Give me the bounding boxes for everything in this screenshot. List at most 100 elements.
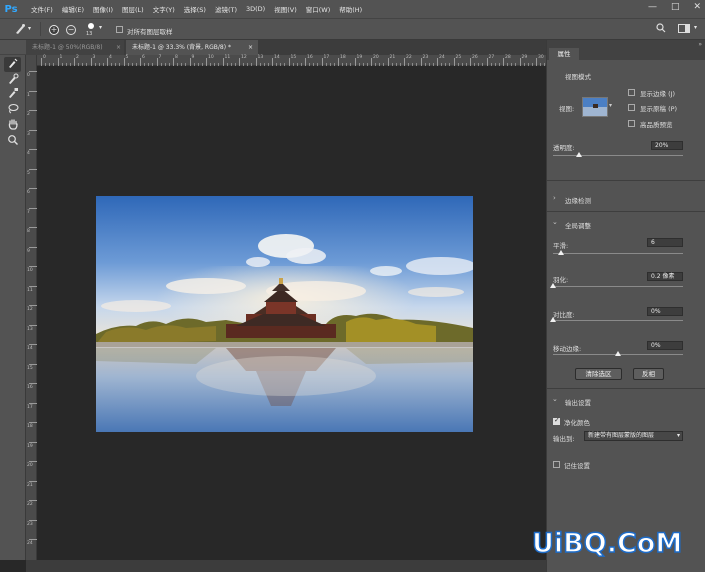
tab-properties[interactable]: 属性 [549, 48, 579, 60]
view-mode-dropdown-icon[interactable]: ▾ [609, 102, 612, 109]
ruler-number: 21 [27, 482, 33, 488]
erase-refinements-tool-icon[interactable] [4, 87, 21, 102]
contrast-slider-thumb[interactable] [550, 317, 556, 322]
ruler-number: 10 [208, 55, 214, 60]
sample-all-layers-checkbox[interactable] [116, 26, 123, 33]
workspace-switcher-icon[interactable] [678, 24, 690, 36]
ruler-number: 20 [373, 55, 379, 60]
vertical-ruler[interactable]: 0 1 2 3 4 5 6 7 8 9 10 11 12 13 14 15 16 17 18 19 20 21 22 23 24 [26, 55, 37, 560]
ruler-tick [29, 402, 37, 404]
menu-window[interactable]: 窗口(W) [306, 4, 331, 14]
search-icon[interactable] [656, 23, 666, 36]
uibq-watermark: UiBQ.CoM [531, 527, 683, 560]
close-button[interactable]: ✕ [693, 2, 701, 12]
ruler-number: 27 [488, 55, 495, 60]
section-divider [547, 388, 705, 389]
view-mode-thumbnail[interactable] [582, 97, 608, 117]
menu-type[interactable]: 文字(Y) [153, 4, 175, 14]
zoom-tool-icon[interactable] [4, 134, 21, 149]
menu-filter[interactable]: 滤镜(T) [215, 4, 237, 14]
contrast-value-field[interactable]: 0% [647, 307, 683, 316]
ruler-tick [470, 58, 471, 66]
smooth-slider-thumb[interactable] [557, 250, 564, 255]
feather-value-field[interactable]: 0.2 像素 [647, 272, 683, 281]
tab-close-icon[interactable]: × [116, 40, 121, 55]
menu-file[interactable]: 文件(F) [31, 4, 53, 14]
global-refinements-collapse-icon[interactable]: ⌄ [552, 218, 558, 226]
ruler-tick [371, 58, 372, 66]
feather-slider-thumb[interactable] [550, 283, 556, 288]
ruler-tick [239, 58, 240, 66]
menu-3d[interactable]: 3D(D) [246, 5, 265, 13]
refine-radius-tool-icon[interactable] [4, 73, 21, 88]
add-to-selection-button[interactable]: + [49, 25, 59, 35]
lasso-tool-icon[interactable] [4, 103, 21, 118]
shift-edge-slider-thumb[interactable] [615, 351, 621, 356]
ruler-number: 8 [175, 55, 178, 60]
tool-preset-brush-icon[interactable] [14, 23, 26, 38]
ruler-number: 16 [307, 55, 313, 60]
minimize-button[interactable]: — [648, 2, 657, 12]
brush-preview-icon[interactable] [88, 23, 94, 29]
ruler-tick [29, 305, 37, 306]
decontaminate-colors-checkbox[interactable] [553, 416, 560, 425]
ruler-number: 6 [142, 55, 145, 60]
ruler-number: 1 [27, 92, 30, 98]
ruler-number: 16 [27, 385, 33, 390]
menu-help[interactable]: 帮助(H) [339, 4, 362, 14]
edge-detection-title[interactable]: 边缘检测 [565, 195, 591, 205]
invert-button[interactable]: 反相 [633, 368, 664, 380]
hand-tool-icon[interactable] [4, 118, 21, 133]
tab-close-icon[interactable]: × [248, 40, 253, 55]
output-settings-collapse-icon[interactable]: ⌄ [552, 395, 558, 403]
workspace-dropdown-icon[interactable]: ▾ [694, 24, 697, 31]
brush-size-dropdown-icon[interactable]: ▾ [99, 24, 102, 31]
output-settings-title[interactable]: 输出设置 [565, 397, 591, 407]
global-refinements-title[interactable]: 全局调整 [565, 220, 591, 230]
toolbar-grip[interactable] [0, 40, 26, 55]
menu-edit[interactable]: 编辑(E) [62, 4, 84, 14]
ruler-number: 11 [27, 287, 33, 293]
document-tab-active[interactable]: 未标题-1 @ 33.3% (背景, RGB/8) * × [126, 40, 258, 55]
smooth-value-field[interactable]: 6 [647, 238, 683, 247]
opacity-slider-thumb[interactable] [576, 152, 582, 157]
feather-slider-track[interactable] [553, 286, 683, 287]
shift-edge-value-field[interactable]: 0% [647, 341, 683, 350]
ruler-tick [41, 58, 42, 66]
menu-layer[interactable]: 图层(L) [122, 4, 144, 14]
maximize-button[interactable]: □ [671, 2, 680, 12]
collapse-panel-icon[interactable]: » [698, 41, 702, 48]
ruler-number: 13 [257, 55, 264, 60]
ruler-number: 18 [340, 55, 346, 60]
ruler-tick [29, 363, 37, 365]
ruler-tick [29, 149, 37, 150]
canvas-area[interactable] [37, 66, 546, 560]
menu-select[interactable]: 选择(S) [184, 4, 206, 14]
remember-settings-checkbox[interactable] [553, 461, 560, 468]
menu-bar: Ps 文件(F) 编辑(E) 图像(I) 图层(L) 文字(Y) 选择(S) 滤… [0, 0, 705, 18]
subtract-from-selection-button[interactable]: − [66, 25, 76, 35]
ruler-tick [29, 461, 37, 462]
contrast-slider-track[interactable] [553, 320, 683, 321]
edge-detection-expand-icon[interactable]: › [553, 194, 556, 202]
ruler-tick [29, 207, 37, 209]
view-label: 视图: [559, 105, 575, 113]
smooth-slider-track[interactable] [553, 253, 683, 254]
menu-view[interactable]: 视图(V) [274, 4, 297, 14]
high-quality-preview-checkbox[interactable] [628, 120, 635, 127]
show-original-checkbox[interactable] [628, 104, 635, 111]
ruler-number: 23 [27, 521, 33, 527]
output-to-select[interactable]: 新建带有图层蒙版的图层 ▾ [584, 431, 683, 441]
clear-selection-button[interactable]: 清除选区 [575, 368, 622, 380]
menu-image[interactable]: 图像(I) [93, 4, 113, 14]
show-edge-checkbox[interactable] [628, 89, 635, 96]
document-image[interactable] [96, 196, 473, 432]
ruler-tick [404, 58, 405, 66]
tool-preset-dropdown-icon[interactable]: ▾ [28, 25, 31, 32]
opacity-value-field[interactable]: 20% [651, 141, 683, 150]
horizontal-ruler[interactable]: 0 1 2 3 4 5 6 7 8 9 10 11 12 13 14 15 16 17 18 19 20 21 22 23 24… [37, 55, 550, 66]
document-tab-inactive[interactable]: 未标题-1 @ 50%(RGB/8) × [26, 40, 124, 55]
smooth-label: 平滑: [553, 242, 569, 250]
quick-selection-tool-icon[interactable] [4, 57, 21, 72]
opacity-slider-track[interactable] [553, 155, 683, 156]
